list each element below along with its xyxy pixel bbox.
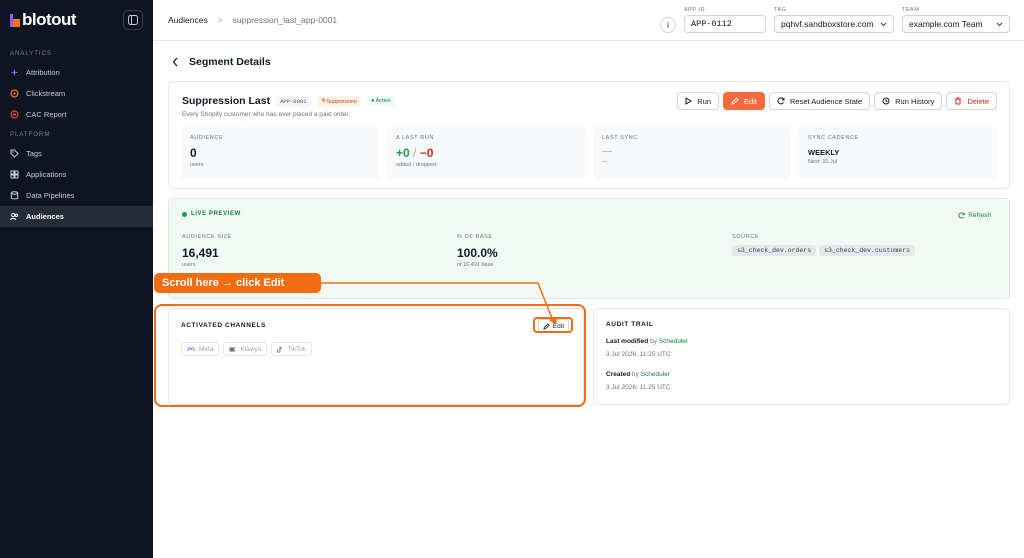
pencil-icon — [731, 97, 739, 105]
segment-type-badge: Suppression — [316, 95, 362, 107]
team-value: example.com Team — [909, 19, 983, 29]
audit-created-by-link[interactable]: Scheduler — [641, 371, 670, 378]
sidebar-panel-icon — [128, 15, 138, 25]
app-id-label: APP ID — [684, 7, 705, 13]
segment-actions: Run Edit Reset Audience State Run Histor… — [677, 92, 997, 110]
reset-audience-state-button[interactable]: Reset Audience State — [768, 92, 871, 110]
stat-sync-cadence: SYNC CADENCE WEEKLY Next: 10 Jul — [799, 127, 997, 179]
logo-mark-icon — [10, 13, 20, 27]
database-icon — [10, 191, 19, 200]
team-select[interactable]: example.com Team — [902, 15, 1010, 33]
clickstream-icon — [10, 89, 19, 98]
sidebar-item-audiences[interactable]: Audiences — [0, 206, 153, 227]
annotation-callout: Scroll here → click Edit — [154, 273, 321, 293]
refresh-icon — [777, 97, 785, 105]
chevron-down-icon — [880, 22, 887, 26]
audit-last-modified: Last modified by Scheduler 3 Jul 2026, 1… — [606, 338, 689, 358]
segment-name: Suppression Last — [182, 95, 271, 107]
live-dot-icon — [182, 211, 187, 217]
refresh-icon — [958, 212, 965, 219]
tag-icon — [10, 149, 19, 158]
team-label: TEAM — [902, 7, 920, 13]
preview-audience-size: AUDIENCE SIZE 16,491 users — [182, 234, 232, 268]
breadcrumb-current: suppression_last_app-0001 — [232, 15, 338, 25]
history-icon — [882, 97, 890, 105]
segment-stats: AUDIENCE 0 users Δ LAST RUN +0 / −0 adde… — [181, 127, 997, 179]
sidebar-item-attribution[interactable]: Attribution — [0, 62, 153, 83]
delete-button[interactable]: Delete — [946, 92, 997, 110]
annotation-edit-highlight — [533, 317, 573, 333]
chevron-down-icon — [996, 22, 1003, 26]
users-icon — [10, 212, 19, 221]
stat-last-sync: LAST SYNC — — — [593, 127, 791, 179]
sidebar-item-label: Data Pipelines — [26, 191, 75, 200]
apps-icon — [10, 170, 19, 179]
tag-select[interactable]: pqhvf.sandboxstore.com — [774, 15, 894, 33]
source-chip: s3_check_dev.customers — [819, 245, 915, 256]
sidebar-item-clickstream[interactable]: Clickstream — [0, 83, 153, 104]
info-icon — [667, 22, 669, 28]
logo-row: blotout — [0, 0, 153, 40]
sidebar-item-label: Clickstream — [26, 89, 66, 98]
section-label-platform: PLATFORM — [10, 132, 51, 138]
audit-trail-card: AUDIT TRAIL Last modified by Scheduler 3… — [593, 308, 1010, 405]
segment-card: Suppression Last APP-0001 Suppression ● … — [168, 81, 1010, 189]
sidebar-item-applications[interactable]: Applications — [0, 164, 153, 185]
tag-field: TAG pqhvf.sandboxstore.com — [774, 7, 894, 33]
sidebar: blotout ANALYTICS Attribution Clickstrea… — [0, 0, 153, 558]
stat-last-run: Δ LAST RUN +0 / −0 added / dropped — [387, 127, 585, 179]
tag-label: TAG — [774, 7, 787, 13]
sidebar-item-label: Audiences — [26, 212, 64, 221]
team-field: TEAM example.com Team — [902, 7, 1010, 33]
page-title-row: Segment Details — [172, 56, 271, 68]
tag-value: pqhvf.sandboxstore.com — [781, 19, 874, 29]
sidebar-item-label: Applications — [26, 170, 67, 179]
sidebar-item-label: Tags — [26, 149, 42, 158]
target-icon — [10, 110, 19, 119]
app-id-value: APP-0112 — [691, 19, 732, 29]
sidebar-item-label: Attribution — [26, 68, 60, 77]
trash-icon — [955, 97, 962, 105]
app-id-field: APP ID APP-0112 — [684, 7, 766, 33]
edit-segment-button[interactable]: Edit — [723, 92, 765, 110]
play-icon — [685, 97, 693, 105]
sidebar-item-label: CAC Report — [26, 110, 67, 119]
audit-trail-title: AUDIT TRAIL — [606, 321, 654, 328]
segment-header: Suppression Last APP-0001 Suppression ● … — [182, 95, 395, 107]
stat-audience: AUDIENCE 0 users — [181, 127, 379, 179]
breadcrumb-audiences-link[interactable]: Audiences — [168, 15, 208, 25]
segment-id-badge: APP-0001 — [276, 95, 311, 107]
section-label-analytics: ANALYTICS — [10, 51, 52, 57]
chevron-right-icon: > — [217, 15, 223, 25]
app-id-input[interactable]: APP-0112 — [684, 15, 766, 33]
back-arrow-icon[interactable] — [172, 57, 179, 67]
audit-created: Created by Scheduler 3 Jul 2026, 11:25 U… — [606, 371, 671, 391]
blotout-logo[interactable]: blotout — [10, 10, 77, 30]
run-history-button[interactable]: Run History — [874, 92, 943, 110]
page-title: Segment Details — [189, 56, 271, 68]
refresh-button[interactable]: Refresh — [958, 212, 991, 219]
top-header: Audiences > suppression_last_app-0001 AP… — [153, 0, 1024, 41]
breadcrumb: Audiences > suppression_last_app-0001 — [153, 15, 337, 25]
preview-percent-of-base: % OF BASE 100.0% of 16,491 base — [457, 234, 498, 268]
source-chip: s3_check_dev.orders — [732, 245, 817, 256]
status-badge: ● Active — [367, 96, 395, 106]
run-button[interactable]: Run — [677, 92, 720, 110]
sidebar-toggle-button[interactable] — [123, 10, 143, 30]
live-preview-label: LIVE PREVIEW — [182, 211, 241, 217]
sparkle-icon — [10, 68, 19, 77]
annotation-highlight-box — [154, 304, 586, 407]
audit-modified-by-link[interactable]: Scheduler — [659, 338, 688, 345]
preview-source: SOURCE s3_check_dev.orders s3_check_dev.c… — [732, 234, 918, 256]
sidebar-item-tags[interactable]: Tags — [0, 143, 153, 164]
segment-description: Every Shopify customer who has ever plac… — [182, 111, 351, 118]
logo-text: blotout — [22, 10, 77, 29]
sidebar-item-data-pipelines[interactable]: Data Pipelines — [0, 185, 153, 206]
info-button[interactable] — [660, 17, 676, 33]
suppression-icon — [321, 98, 326, 102]
header-controls: APP ID APP-0112 TAG pqhvf.sandboxstore.c… — [660, 7, 1010, 33]
sidebar-item-cac-report[interactable]: CAC Report — [0, 104, 153, 125]
